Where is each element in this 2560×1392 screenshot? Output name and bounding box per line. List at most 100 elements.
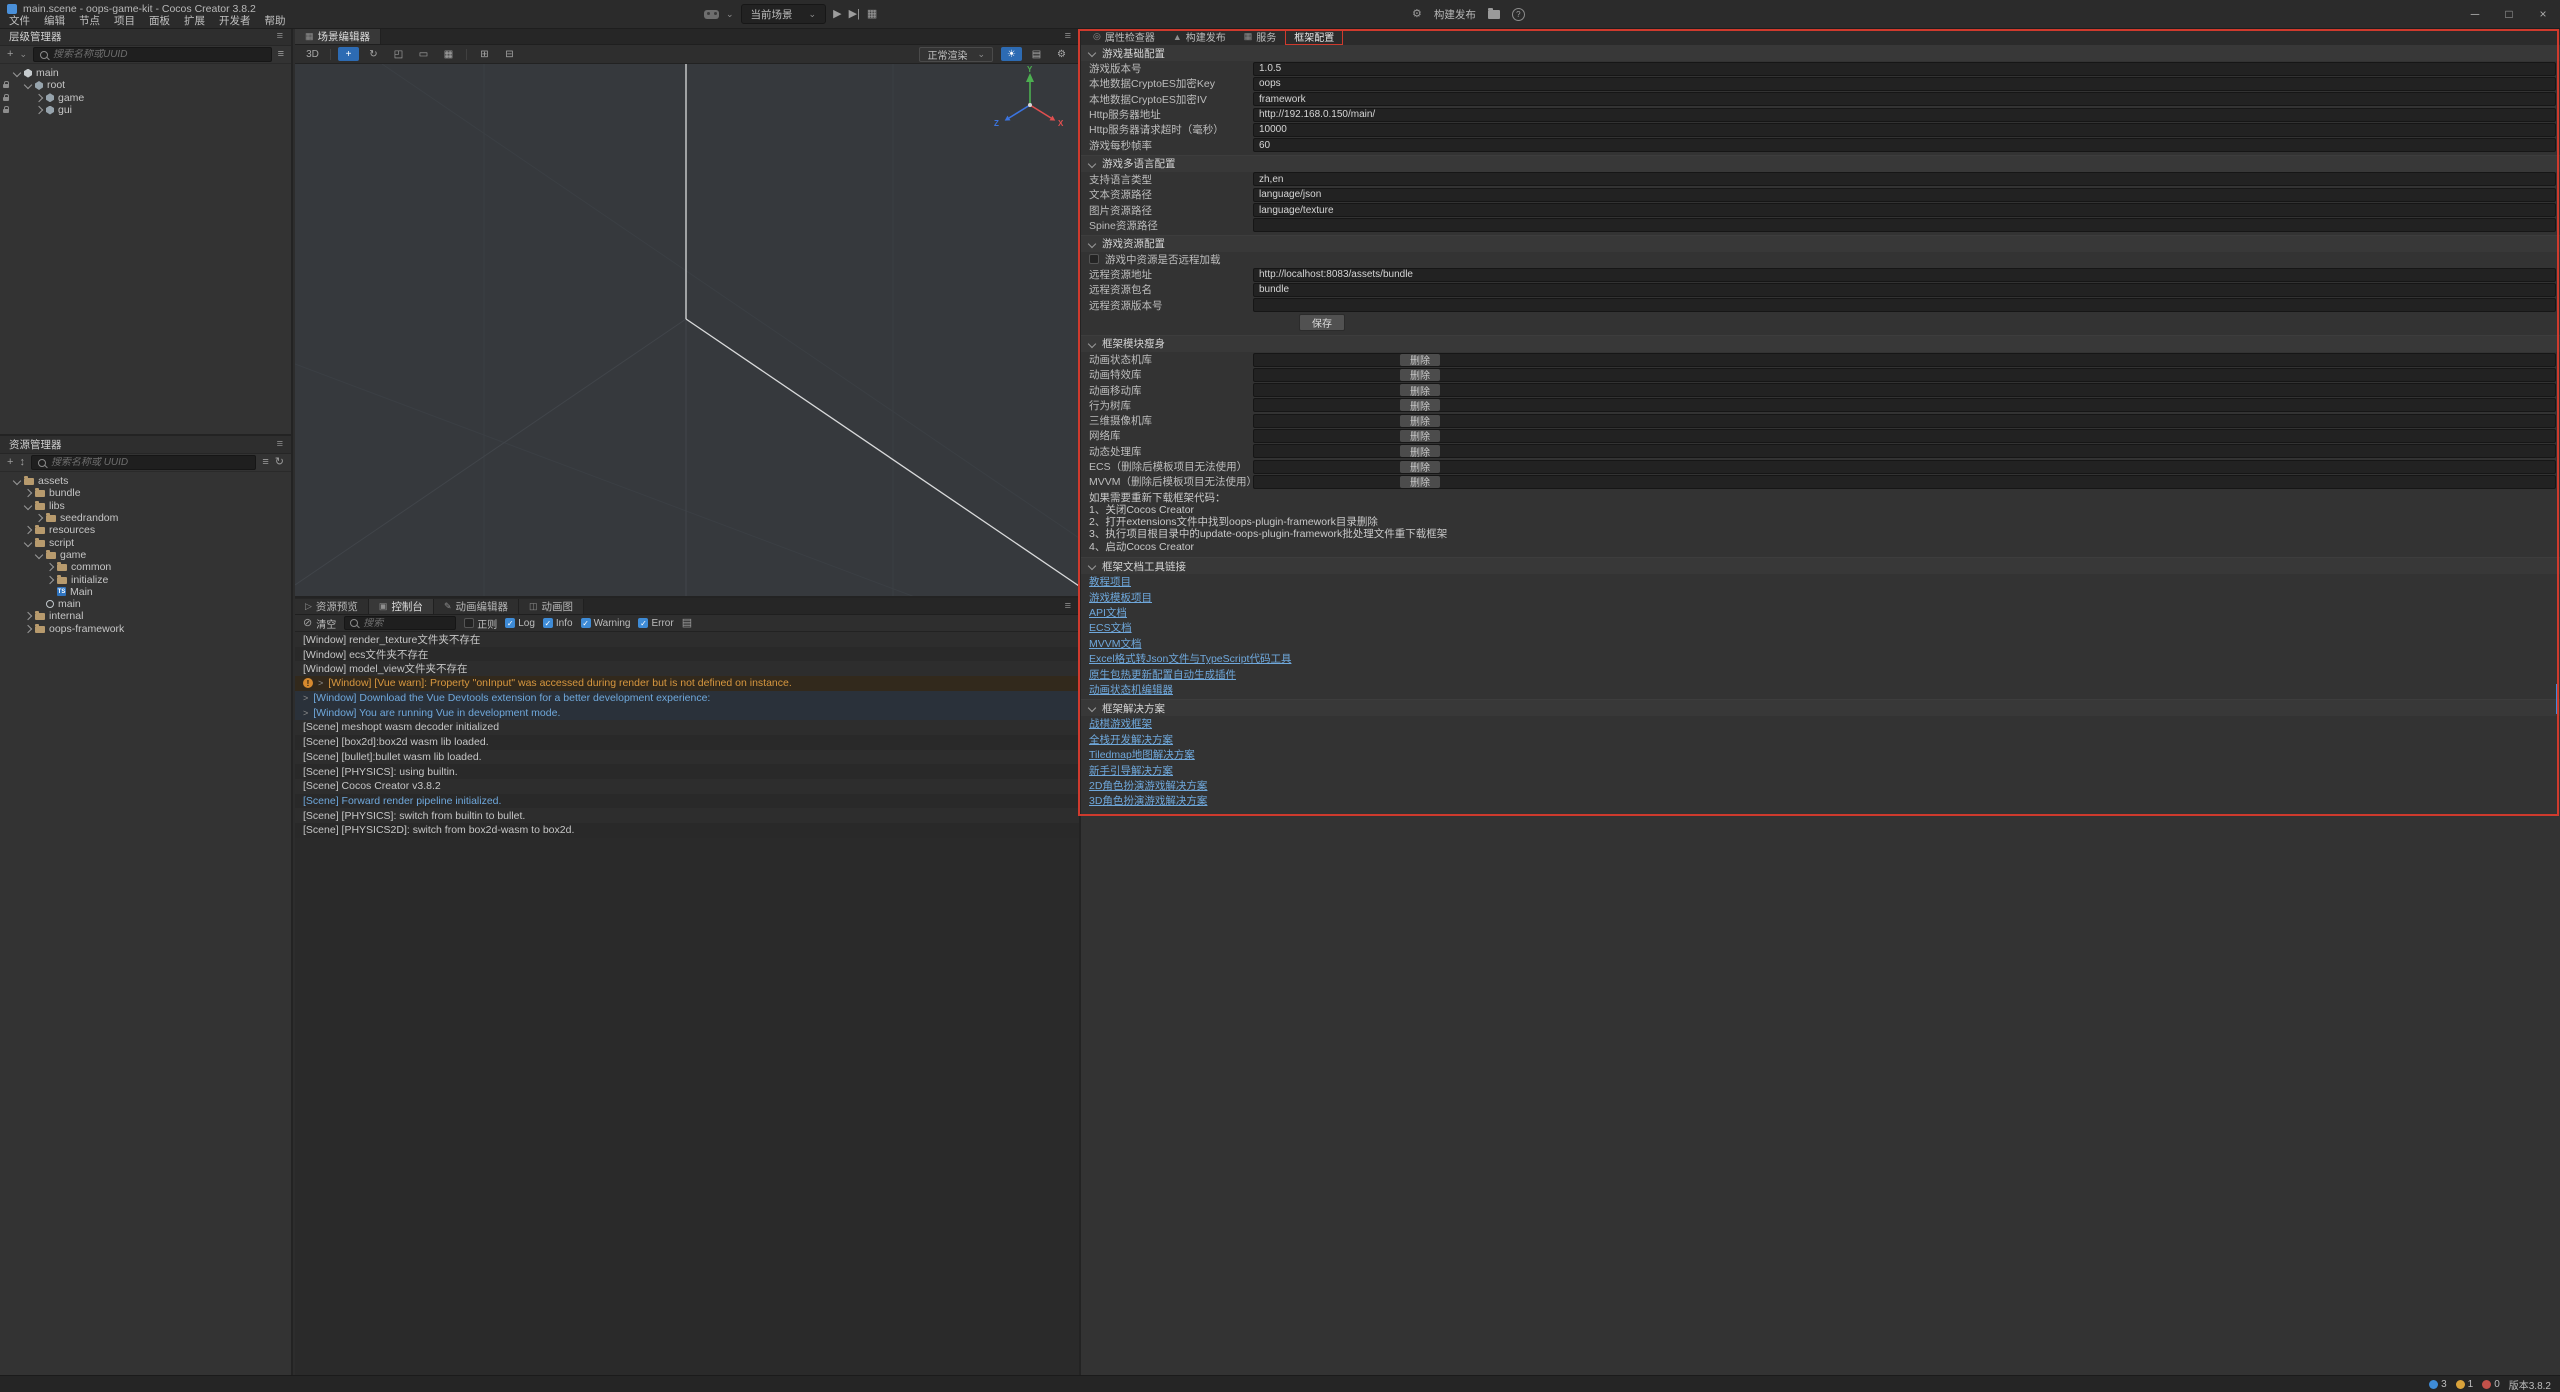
asset-item-seedrandom[interactable]: seedrandom bbox=[0, 512, 291, 524]
assets-search-input[interactable] bbox=[51, 457, 249, 468]
console-clear-button[interactable]: ⊘ 清空 bbox=[303, 616, 336, 631]
section-header[interactable]: 游戏基础配置 bbox=[1081, 45, 2560, 61]
caret-expanded-icon[interactable] bbox=[24, 501, 32, 509]
asset-item-assets[interactable]: assets bbox=[0, 475, 291, 487]
prop-input-Spine资源路径[interactable] bbox=[1253, 218, 2556, 232]
create-node-button[interactable]: + bbox=[7, 49, 13, 60]
prop-input-本地数据CryptoES加密IV[interactable] bbox=[1253, 92, 2556, 106]
caret-expanded-icon[interactable] bbox=[35, 551, 43, 559]
checkbox-icon[interactable] bbox=[1089, 254, 1099, 264]
step-button[interactable]: ▶| bbox=[849, 9, 860, 20]
link-战棋游戏框架[interactable]: 战棋游戏框架 bbox=[1089, 716, 1152, 731]
maximize-button[interactable]: □ bbox=[2492, 0, 2526, 27]
menu-开发者[interactable]: 开发者 bbox=[212, 15, 258, 27]
prop-input-本地数据CryptoES加密Key[interactable] bbox=[1253, 77, 2556, 91]
caret-collapsed-icon[interactable] bbox=[24, 624, 32, 632]
link-新手引导解决方案[interactable]: 新手引导解决方案 bbox=[1089, 763, 1173, 778]
caret-collapsed-icon[interactable] bbox=[24, 612, 32, 620]
scene-light-toggle[interactable]: ☀ bbox=[1001, 47, 1022, 61]
asset-item-main[interactable]: main bbox=[0, 598, 291, 610]
link-游戏模板项目[interactable]: 游戏模板项目 bbox=[1089, 590, 1152, 605]
refresh-icon[interactable]: ↻ bbox=[275, 457, 284, 468]
rect-tool-button[interactable]: ▭ bbox=[413, 47, 434, 61]
link-教程项目[interactable]: 教程项目 bbox=[1089, 574, 1131, 589]
delete-button[interactable]: 删除 bbox=[1400, 384, 1440, 396]
gizmo-space-button[interactable]: ▦ bbox=[438, 47, 459, 61]
asset-item-Main[interactable]: TSMain bbox=[0, 586, 291, 598]
info-count[interactable]: 3 bbox=[2429, 1379, 2447, 1390]
asset-item-resources[interactable]: resources bbox=[0, 524, 291, 536]
console-search-input[interactable] bbox=[363, 618, 450, 629]
tab-构建发布[interactable]: ▲构建发布 bbox=[1165, 29, 1234, 44]
panel-menu-icon[interactable]: ≡ bbox=[1065, 30, 1071, 42]
menu-面板[interactable]: 面板 bbox=[142, 15, 177, 27]
caret-expanded-icon[interactable] bbox=[24, 538, 32, 546]
sort-icon[interactable]: ↕ bbox=[19, 457, 25, 468]
caret-collapsed-icon[interactable] bbox=[46, 563, 54, 571]
caret-collapsed-icon[interactable] bbox=[24, 526, 32, 534]
rotate-tool-button[interactable]: ↻ bbox=[363, 47, 384, 61]
lock-icon[interactable] bbox=[3, 84, 9, 88]
current-scene-select[interactable]: 当前场景 ⌄ bbox=[741, 4, 827, 24]
close-button[interactable]: × bbox=[2526, 0, 2560, 27]
menu-帮助[interactable]: 帮助 bbox=[258, 15, 293, 27]
build-publish-button[interactable]: 构建发布 bbox=[1434, 7, 1476, 22]
delete-button[interactable]: 删除 bbox=[1400, 476, 1440, 488]
tab-scene-editor[interactable]: ▦ 场景编辑器 bbox=[295, 29, 381, 44]
help-icon[interactable]: ? bbox=[1512, 8, 1525, 21]
chevron-down-icon[interactable]: ⌄ bbox=[726, 10, 734, 19]
asset-item-common[interactable]: common bbox=[0, 561, 291, 573]
prop-input-Http服务器请求超时（毫秒）[interactable] bbox=[1253, 123, 2556, 137]
panel-menu-icon[interactable]: ≡ bbox=[277, 30, 283, 42]
console-line[interactable]: [Scene] [box2d]:box2d wasm lib loaded. bbox=[295, 735, 1079, 750]
link-Tiledmap地图解决方案[interactable]: Tiledmap地图解决方案 bbox=[1089, 747, 1195, 762]
scrollbar-thumb[interactable] bbox=[2556, 684, 2559, 714]
link-Excel格式转Json文件与TypeScript代码工具[interactable]: Excel格式转Json文件与TypeScript代码工具 bbox=[1089, 651, 1291, 666]
filter-Log[interactable]: ✓Log bbox=[505, 618, 535, 629]
menu-编辑[interactable]: 编辑 bbox=[37, 15, 72, 27]
console-line[interactable]: [Window] render_texture文件夹不存在 bbox=[295, 632, 1079, 647]
prop-input-Http服务器地址[interactable] bbox=[1253, 108, 2556, 122]
filter-Warning[interactable]: ✓Warning bbox=[581, 618, 631, 629]
hierarchy-item-root[interactable]: root bbox=[0, 79, 291, 91]
delete-button[interactable]: 删除 bbox=[1400, 354, 1440, 366]
section-header[interactable]: 框架解决方案 bbox=[1081, 700, 2560, 716]
prop-input-图片资源路径[interactable] bbox=[1253, 203, 2556, 217]
asset-item-internal[interactable]: internal bbox=[0, 610, 291, 622]
console-export-icon[interactable]: ▤ bbox=[682, 618, 692, 629]
console-line[interactable]: [Scene] meshopt wasm decoder initialized bbox=[295, 720, 1079, 735]
delete-button[interactable]: 删除 bbox=[1400, 461, 1440, 473]
layout-grid-icon[interactable]: ▦ bbox=[867, 9, 877, 20]
lock-icon[interactable] bbox=[3, 97, 9, 101]
tab-动画编辑器[interactable]: ✎动画编辑器 bbox=[434, 599, 519, 614]
asset-item-game[interactable]: game bbox=[0, 549, 291, 561]
section-header[interactable]: 游戏多语言配置 bbox=[1081, 156, 2560, 172]
tab-框架配置[interactable]: 框架配置 bbox=[1286, 29, 1342, 44]
panel-menu-icon[interactable]: ≡ bbox=[277, 438, 283, 450]
section-header[interactable]: 游戏资源配置 bbox=[1081, 236, 2560, 252]
scene-settings-icon[interactable]: ⚙ bbox=[1051, 47, 1072, 61]
tab-资源预览[interactable]: ▷资源预览 bbox=[295, 599, 369, 614]
console-line[interactable]: [Scene] [PHYSICS]: using builtin. bbox=[295, 764, 1079, 779]
prop-input-远程资源地址[interactable] bbox=[1253, 268, 2556, 282]
menu-文件[interactable]: 文件 bbox=[2, 15, 37, 27]
filter-icon[interactable]: ≡ bbox=[278, 49, 284, 60]
prop-input-远程资源版本号[interactable] bbox=[1253, 298, 2556, 312]
link-API文档[interactable]: API文档 bbox=[1089, 605, 1127, 620]
delete-button[interactable]: 删除 bbox=[1400, 430, 1440, 442]
prop-input-支持语言类型[interactable] bbox=[1253, 172, 2556, 186]
link-2D角色扮演游戏解决方案[interactable]: 2D角色扮演游戏解决方案 bbox=[1089, 778, 1207, 793]
delete-button[interactable]: 删除 bbox=[1400, 369, 1440, 381]
prop-input-远程资源包名[interactable] bbox=[1253, 283, 2556, 297]
move-tool-button[interactable]: + bbox=[338, 47, 359, 61]
caret-collapsed-icon[interactable] bbox=[35, 106, 43, 114]
checkbox-icon[interactable]: ✓ bbox=[638, 618, 648, 628]
expand-caret-icon[interactable]: > bbox=[303, 693, 308, 703]
delete-button[interactable]: 删除 bbox=[1400, 399, 1440, 411]
align-button[interactable]: ⊟ bbox=[499, 47, 520, 61]
console-line[interactable]: [Scene] Forward render pipeline initiali… bbox=[295, 794, 1079, 809]
tab-动画图[interactable]: ◫动画图 bbox=[519, 599, 584, 614]
console-line[interactable]: [Scene] Cocos Creator v3.8.2 bbox=[295, 779, 1079, 794]
filter-icon[interactable]: ≡ bbox=[262, 457, 268, 468]
caret-expanded-icon[interactable] bbox=[13, 477, 21, 485]
